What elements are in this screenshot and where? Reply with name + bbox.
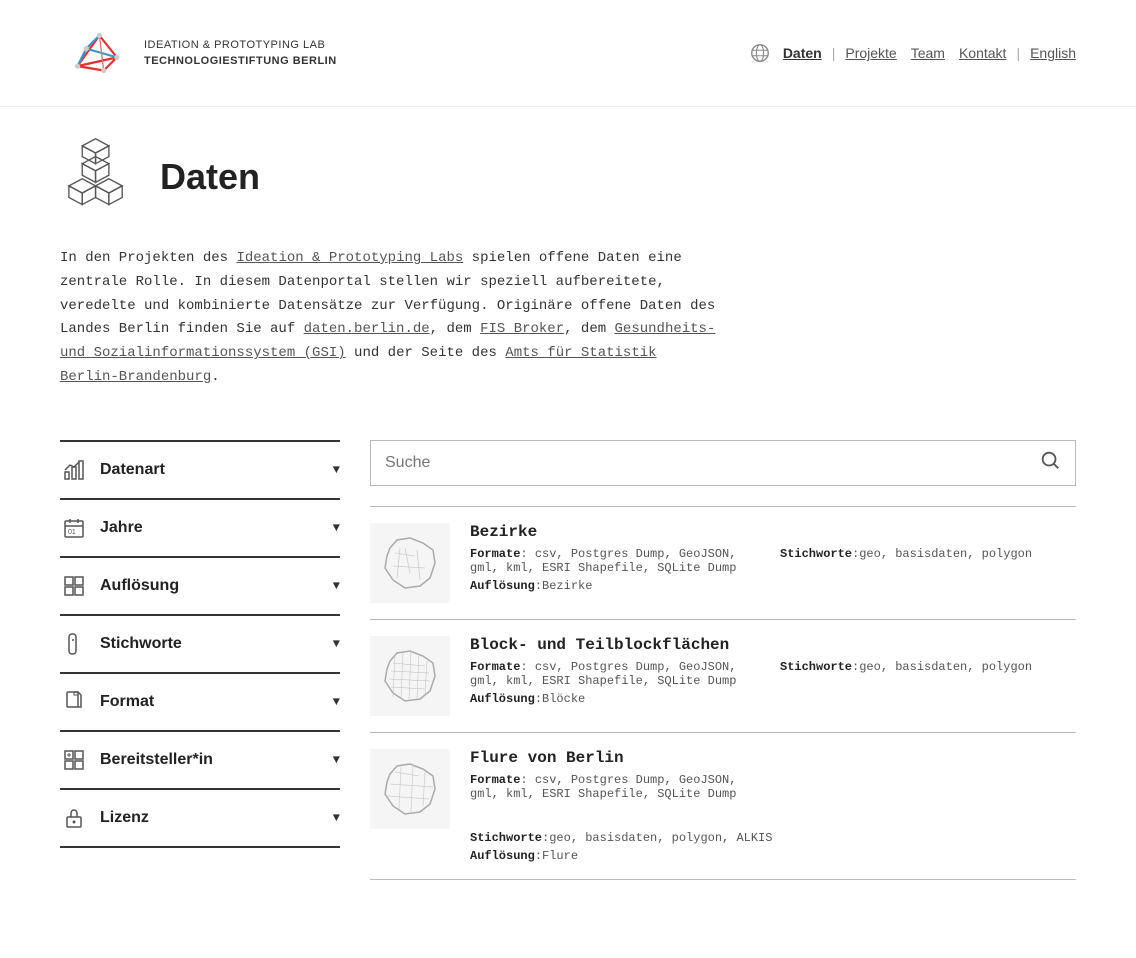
main-nav: Daten | Projekte Team Kontakt | English bbox=[749, 42, 1076, 64]
result-formats-block: Formate: csv, Postgres Dump, GeoJSON, gm… bbox=[470, 660, 750, 688]
logo-icon bbox=[60, 18, 130, 88]
result-stichworte-block: Stichworte:geo, basisdaten, polygon bbox=[780, 660, 1032, 688]
hero-icon bbox=[60, 137, 140, 217]
intro-prefix: In den Projekten des bbox=[60, 250, 236, 266]
intro-link-fis[interactable]: FIS Broker bbox=[480, 321, 564, 337]
nav-english[interactable]: English bbox=[1030, 45, 1076, 61]
stichworte-arrow: ▼ bbox=[333, 637, 340, 651]
filter-format-label: Format bbox=[100, 693, 154, 711]
result-stichworte-flure: Stichworte:geo, basisdaten, polygon, ALK… bbox=[470, 831, 772, 845]
header: IDEATION & PROTOTYPING LAB TECHNOLOGIEST… bbox=[0, 0, 1136, 107]
result-stichworte-bezirke: Stichworte:geo, basisdaten, polygon bbox=[780, 547, 1032, 575]
search-input[interactable] bbox=[385, 454, 1039, 472]
filter-datenart[interactable]: Datenart ▼ bbox=[60, 442, 340, 500]
intro-mid2: , dem bbox=[430, 321, 480, 337]
jahre-arrow: ▼ bbox=[333, 521, 340, 535]
format-arrow: ▼ bbox=[333, 695, 340, 709]
result-item[interactable]: Block- und Teilblockflächen Formate: csv… bbox=[370, 620, 1076, 733]
filter-aufloesung-label: Auflösung bbox=[100, 577, 179, 595]
filter-lizenz-label: Lizenz bbox=[100, 809, 149, 827]
results-area: Bezirke Formate: csv, Postgres Dump, Geo… bbox=[370, 440, 1076, 880]
bereitsteller-icon bbox=[60, 746, 88, 774]
filter-bereitsteller[interactable]: Bereitsteller*in ▼ bbox=[60, 732, 340, 790]
result-aufloesung-block: Auflösung:Blöcke bbox=[470, 692, 1076, 706]
nav-kontakt[interactable]: Kontakt bbox=[959, 45, 1006, 61]
datenart-icon bbox=[60, 456, 88, 484]
intro-text: In den Projekten des Ideation & Prototyp… bbox=[0, 227, 780, 420]
globe-icon bbox=[749, 42, 771, 64]
bereitsteller-arrow: ▼ bbox=[333, 753, 340, 767]
logo-text: IDEATION & PROTOTYPING LAB TECHNOLOGIEST… bbox=[144, 37, 337, 70]
logo-area: IDEATION & PROTOTYPING LAB TECHNOLOGIEST… bbox=[60, 18, 337, 88]
result-thumb-bezirke bbox=[370, 523, 450, 603]
result-aufloesung-flure: Auflösung:Flure bbox=[470, 849, 1076, 863]
intro-mid4: und der Seite des bbox=[346, 345, 506, 361]
result-formats-flure: Formate: csv, Postgres Dump, GeoJSON, gm… bbox=[470, 773, 750, 801]
result-list: Bezirke Formate: csv, Postgres Dump, Geo… bbox=[370, 506, 1076, 880]
jahre-icon: 01 bbox=[60, 514, 88, 542]
result-thumb-block bbox=[370, 636, 450, 716]
result-thumb-flure bbox=[370, 749, 450, 829]
search-icon bbox=[1039, 449, 1061, 471]
nav-team[interactable]: Team bbox=[911, 45, 945, 61]
lizenz-icon bbox=[60, 804, 88, 832]
filter-format[interactable]: Format ▼ bbox=[60, 674, 340, 732]
svg-text:01: 01 bbox=[68, 529, 76, 536]
filter-stichworte-label: Stichworte bbox=[100, 635, 182, 653]
nav-daten[interactable]: Daten bbox=[783, 45, 822, 61]
result-item[interactable]: Flure von Berlin Formate: csv, Postgres … bbox=[370, 733, 1076, 880]
intro-link-daten[interactable]: daten.berlin.de bbox=[304, 321, 430, 337]
sidebar: Datenart ▼ 01 Jahre ▼ bbox=[60, 440, 340, 880]
result-title-block: Block- und Teilblockflächen bbox=[470, 636, 1076, 654]
lizenz-arrow: ▼ bbox=[333, 811, 340, 825]
search-bar bbox=[370, 440, 1076, 486]
datenart-arrow: ▼ bbox=[333, 463, 340, 477]
search-button[interactable] bbox=[1039, 449, 1061, 477]
nav-sep-1: | bbox=[832, 45, 836, 61]
main-content: Datenart ▼ 01 Jahre ▼ bbox=[0, 420, 1136, 920]
intro-end: . bbox=[211, 369, 219, 385]
filter-datenart-label: Datenart bbox=[100, 461, 165, 479]
filter-lizenz[interactable]: Lizenz ▼ bbox=[60, 790, 340, 848]
filter-bereitsteller-label: Bereitsteller*in bbox=[100, 751, 213, 769]
nav-sep-2: | bbox=[1016, 45, 1020, 61]
page-title: Daten bbox=[160, 156, 260, 198]
filter-jahre[interactable]: 01 Jahre ▼ bbox=[60, 500, 340, 558]
intro-link-lab[interactable]: Ideation & Prototyping Labs bbox=[236, 250, 463, 266]
intro-mid3: , dem bbox=[564, 321, 614, 337]
hero-section: Daten bbox=[0, 107, 1136, 227]
filter-aufloesung[interactable]: Auflösung ▼ bbox=[60, 558, 340, 616]
aufloesung-icon bbox=[60, 572, 88, 600]
result-title-bezirke: Bezirke bbox=[470, 523, 1076, 541]
aufloesung-arrow: ▼ bbox=[333, 579, 340, 593]
result-formats-bezirke: Formate: csv, Postgres Dump, GeoJSON, gm… bbox=[470, 547, 750, 575]
format-icon bbox=[60, 688, 88, 716]
result-title-flure: Flure von Berlin bbox=[470, 749, 1076, 767]
filter-jahre-label: Jahre bbox=[100, 519, 143, 537]
result-aufloesung-bezirke: Auflösung:Bezirke bbox=[470, 579, 1076, 593]
stichworte-icon bbox=[60, 630, 88, 658]
nav-projekte[interactable]: Projekte bbox=[845, 45, 896, 61]
result-item[interactable]: Bezirke Formate: csv, Postgres Dump, Geo… bbox=[370, 507, 1076, 620]
filter-stichworte[interactable]: Stichworte ▼ bbox=[60, 616, 340, 674]
